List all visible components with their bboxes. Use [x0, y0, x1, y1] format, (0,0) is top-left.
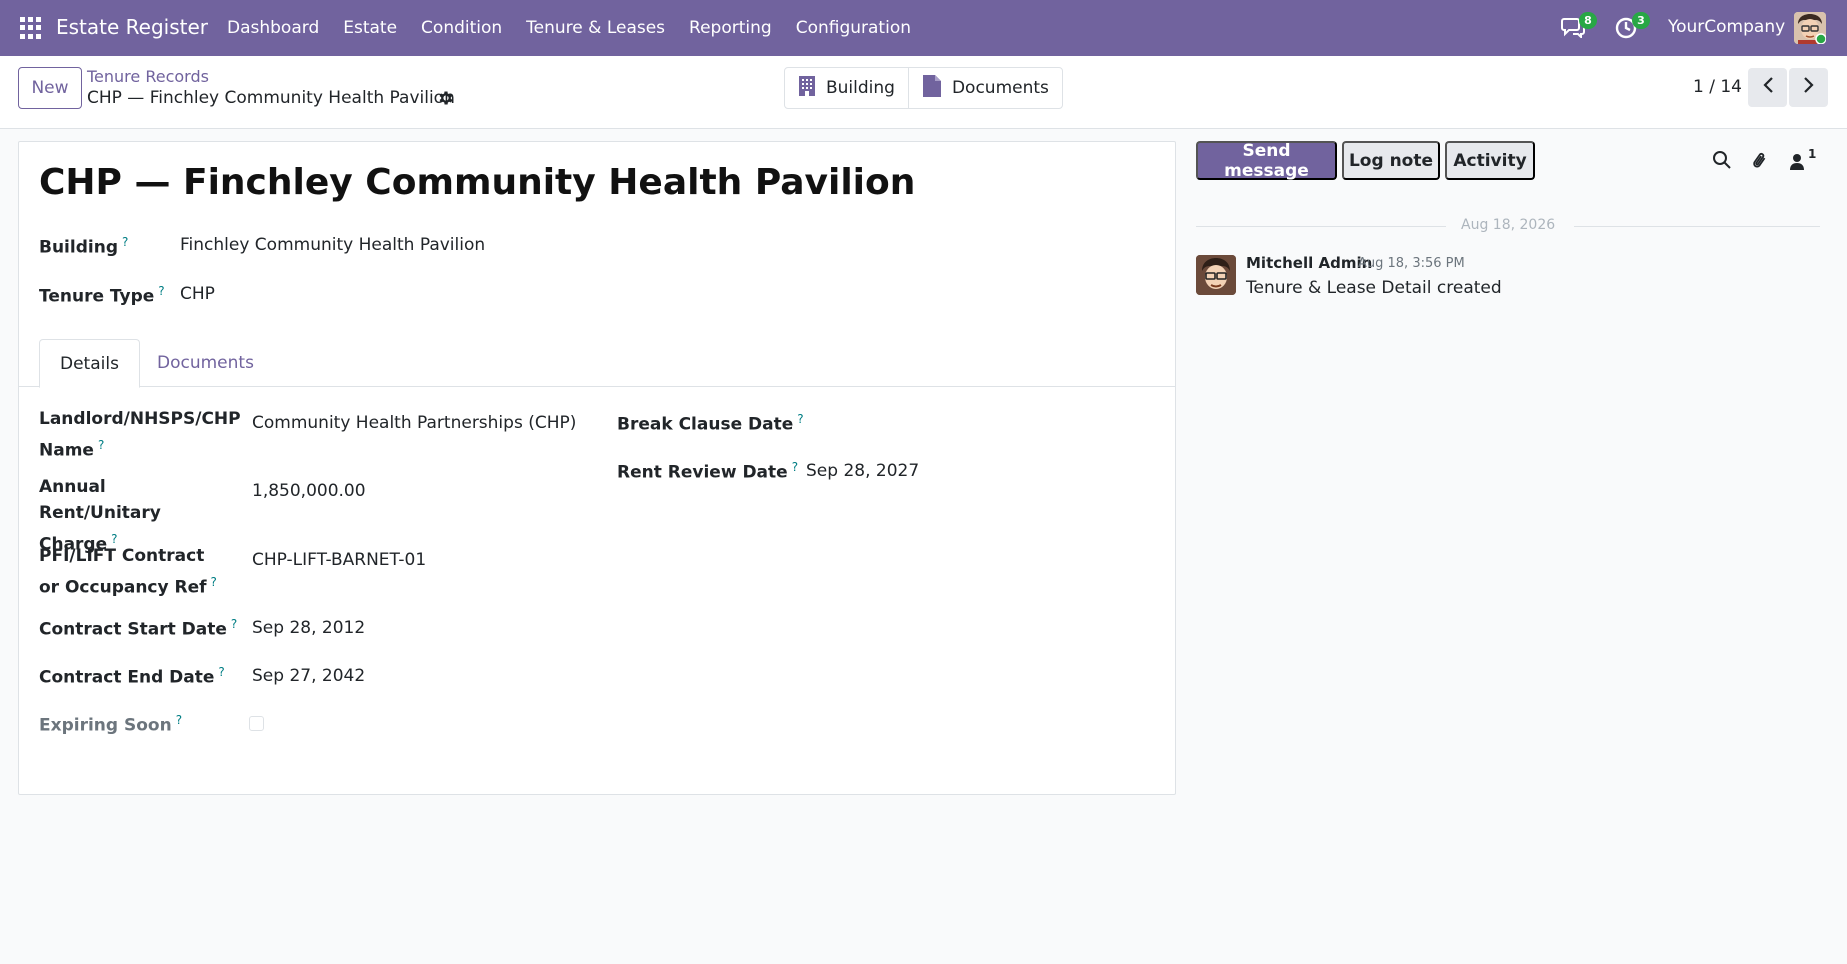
log-note-button[interactable]: Log note — [1342, 141, 1440, 180]
pager-value[interactable]: 1 / 14 — [1693, 77, 1742, 97]
tab-details[interactable]: Details — [39, 339, 140, 388]
contract-end-label: Contract End Date? — [39, 665, 225, 688]
smart-buttons: Building Documents — [784, 67, 1063, 109]
help-icon[interactable]: ? — [792, 460, 798, 474]
help-icon[interactable]: ? — [231, 617, 237, 631]
tenure-type-label: Tenure Type? — [39, 284, 165, 307]
contract-start-label: Contract Start Date? — [39, 617, 238, 640]
documents-smart-label: Documents — [951, 78, 1049, 98]
new-button[interactable]: New — [18, 67, 82, 109]
help-icon[interactable]: ? — [211, 575, 217, 589]
landlord-name-label: Landlord/NHSPS/CHP Name? — [39, 409, 241, 461]
landlord-name-value[interactable]: Community Health Partnerships (CHP) — [252, 413, 576, 433]
breadcrumb-current: CHP — Finchley Community Health Pavilion — [87, 88, 455, 108]
annual-rent-value[interactable]: 1,850,000.00 — [252, 481, 366, 501]
date-separator: Aug 18, 2026 — [1196, 216, 1820, 236]
help-icon[interactable]: ? — [176, 713, 182, 727]
date-separator-text: Aug 18, 2026 — [1461, 217, 1556, 233]
control-panel: New Tenure Records CHP — Finchley Commun… — [0, 56, 1847, 129]
building-icon — [798, 75, 816, 102]
document-icon — [922, 74, 942, 103]
menu-condition[interactable]: Condition — [421, 18, 502, 38]
message-author[interactable]: Mitchell Admin — [1246, 254, 1372, 272]
contract-end-value[interactable]: Sep 27, 2042 — [252, 666, 365, 686]
menu-reporting[interactable]: Reporting — [689, 18, 772, 38]
followers-icon[interactable]: 1 — [1790, 147, 1822, 172]
help-icon[interactable]: ? — [797, 412, 803, 426]
help-icon[interactable]: ? — [98, 438, 104, 452]
messages-badge: 8 — [1579, 12, 1597, 29]
documents-smart-button[interactable]: Documents — [907, 68, 1062, 108]
top-navbar: Estate Register Dashboard Estate Conditi… — [0, 0, 1847, 56]
menu-estate[interactable]: Estate — [343, 18, 397, 38]
building-smart-button[interactable]: Building — [785, 68, 908, 108]
help-icon[interactable]: ? — [158, 284, 164, 298]
rent-review-value[interactable]: Sep 28, 2027 — [806, 461, 919, 481]
followers-count: 1 — [1808, 147, 1817, 161]
contract-ref-value[interactable]: CHP-LIFT-BARNET-01 — [252, 550, 426, 570]
pager-previous-button[interactable] — [1748, 68, 1787, 107]
paperclip-icon[interactable] — [1750, 150, 1772, 172]
menu-tenure-leases[interactable]: Tenure & Leases — [526, 18, 665, 38]
tab-documents[interactable]: Documents — [137, 339, 274, 387]
gear-icon[interactable] — [437, 89, 455, 107]
send-message-button[interactable]: Send message — [1196, 141, 1337, 181]
apps-grid-icon[interactable] — [20, 17, 42, 39]
activity-button[interactable]: Activity — [1445, 141, 1535, 180]
messages-icon[interactable]: 8 — [1561, 12, 1597, 40]
contract-start-value[interactable]: Sep 28, 2012 — [252, 618, 365, 638]
break-clause-label: Break Clause Date? — [617, 412, 804, 435]
contract-ref-label: PFI/LIFT Contract or Occupancy Ref? — [39, 546, 217, 598]
message-body: Tenure & Lease Detail created — [1246, 278, 1502, 298]
chatter-panel: Send message Log note Activity 1 Aug 18,… — [1196, 141, 1828, 841]
activity-badge: 3 — [1632, 12, 1650, 29]
activity-clock-icon[interactable]: 3 — [1614, 12, 1650, 40]
message-author-avatar[interactable] — [1196, 255, 1236, 295]
main-menu: Dashboard Estate Condition Tenure & Leas… — [227, 18, 935, 38]
user-avatar[interactable] — [1794, 12, 1826, 44]
form-sheet: CHP — Finchley Community Health Pavilion… — [18, 141, 1176, 795]
expiring-soon-checkbox[interactable] — [249, 716, 264, 731]
message-date: Aug 18, 3:56 PM — [1358, 256, 1465, 271]
app-brand[interactable]: Estate Register — [56, 15, 208, 39]
help-icon[interactable]: ? — [122, 235, 128, 249]
breadcrumb-parent[interactable]: Tenure Records — [87, 67, 209, 86]
pager-next-button[interactable] — [1789, 68, 1828, 107]
company-switcher[interactable]: YourCompany — [1668, 17, 1785, 37]
tenure-type-value[interactable]: CHP — [180, 284, 215, 304]
rent-review-label: Rent Review Date? — [617, 460, 799, 483]
menu-configuration[interactable]: Configuration — [796, 18, 911, 38]
chevron-right-icon — [1803, 76, 1815, 99]
building-smart-label: Building — [826, 78, 895, 98]
record-title[interactable]: CHP — Finchley Community Health Pavilion — [39, 162, 915, 203]
help-icon[interactable]: ? — [218, 665, 224, 679]
menu-dashboard[interactable]: Dashboard — [227, 18, 319, 38]
building-label: Building? — [39, 235, 129, 258]
chevron-left-icon — [1762, 76, 1774, 99]
search-icon[interactable] — [1712, 150, 1734, 172]
building-value[interactable]: Finchley Community Health Pavilion — [180, 235, 485, 255]
form-tabs: Details Documents — [19, 339, 1175, 388]
expiring-soon-label: Expiring Soon? — [39, 713, 183, 736]
